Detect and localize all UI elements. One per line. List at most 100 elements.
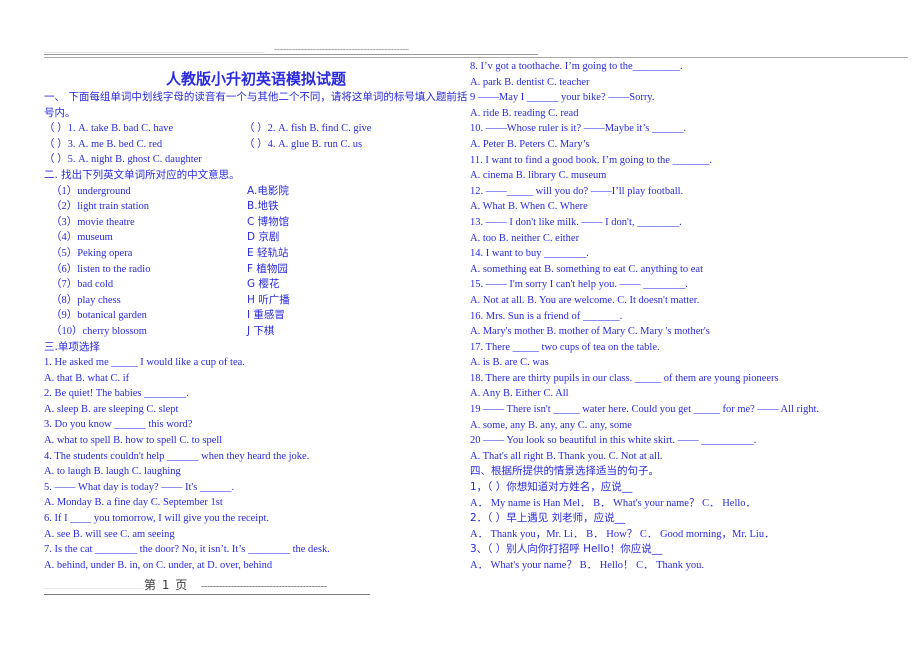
- section-two-heading: 二. 找出下列英文单词所对应的中文意思。: [44, 168, 240, 181]
- question-line: 15. —— I'm sorry I can't help you. —— __…: [470, 279, 688, 291]
- question-line: 8. I’v got a toothache. I’m going to the…: [470, 61, 683, 72]
- option-line: A. ride B. reading C. read: [470, 107, 579, 119]
- option-line: A. Mary's mother B. mother of Mary C. Ma…: [470, 326, 710, 338]
- vocab-english: （1）underground: [51, 185, 131, 197]
- vocab-english: （2）light train station: [51, 201, 149, 213]
- situation-option-line: A． My name is Han Mel． B． What's your na…: [470, 497, 757, 509]
- section-one-item: （ ）1. A. take B. bad C. have: [44, 123, 174, 135]
- vocab-chinese: I 重感冒: [247, 309, 285, 322]
- vocab-pair-row: （8）play chess H 听广播: [44, 293, 474, 309]
- situation-question-line: 3、（ ）别人向你打招呼 Hello！你应说__: [470, 543, 663, 556]
- vocab-chinese: D 京剧: [247, 231, 280, 244]
- footer-rule-line: [44, 594, 370, 595]
- page-header-rule: ________________________________________…: [44, 45, 908, 59]
- vocab-chinese: J 下棋: [247, 324, 275, 337]
- right-column: 8. I’v got a toothache. I’m going to the…: [470, 59, 910, 574]
- section-one-item-row: （ ）1. A. take B. bad C. have （ ）2. A. fi…: [44, 121, 474, 137]
- option-line: A. That's all right B. Thank you. C. Not…: [470, 450, 663, 462]
- vocab-english: （5）Peking opera: [51, 247, 133, 259]
- question-line: 7. Is the cat ________ the door? No, it …: [44, 544, 330, 556]
- vocab-pair-row: （2）light train station B.地铁: [44, 199, 474, 215]
- option-line: A. see B. will see C. am seeing: [44, 528, 175, 540]
- header-dash-dark: ----------------------------------------…: [274, 45, 409, 54]
- vocab-english: （9）botanical garden: [51, 310, 147, 322]
- section-one-instruction: 一、 下面每组单词中划线字母的读音有一个与其他二个不同，请将这单词的标号填入题前…: [44, 91, 468, 119]
- option-line: A. Any B. Either C. All: [470, 388, 569, 400]
- question-line: 3. Do you know ______ this word?: [44, 419, 193, 431]
- question-line: 10. ——Whose ruler is it? ——Maybe it’s __…: [470, 123, 687, 135]
- option-line: A. cinema B. library C. museum: [470, 170, 607, 182]
- option-line: A. What B. When C. Where: [470, 201, 588, 213]
- page-title: 人教版小升初英语模拟试题: [165, 72, 346, 88]
- option-line: A. to laugh B. laugh C. laughing: [44, 466, 181, 478]
- vocab-english: （7）bad cold: [51, 279, 114, 291]
- vocab-english: （4）museum: [51, 232, 113, 244]
- option-line: A. Peter B. Peters C. Mary’s: [470, 138, 590, 150]
- header-rule-line-upper: [44, 54, 538, 55]
- exam-paper-page: ________________________________________…: [0, 0, 920, 651]
- vocab-chinese: C 博物馆: [247, 215, 290, 228]
- vocab-pair-row: （7）bad cold G 樱花: [44, 277, 474, 293]
- vocab-chinese: F 植物园: [247, 262, 288, 275]
- option-line: A. something eat B. something to eat C. …: [470, 263, 704, 275]
- vocab-english: （6）listen to the radio: [51, 263, 151, 275]
- option-line: A. sleep B. are sleeping C. slept: [44, 403, 179, 415]
- question-line: 6. If I ____ you tomorrow, I will give y…: [44, 513, 270, 525]
- option-line: A. behind, under B. in, on C. under, at …: [44, 559, 273, 571]
- situation-option-line: A． Thank you，Mr. Li． B． How？ C． Good mor…: [470, 528, 775, 540]
- vocab-chinese: H 听广播: [247, 293, 290, 306]
- vocab-pair-row: （4）museum D 京剧: [44, 230, 474, 246]
- option-line: A. Monday B. a fine day C. September 1st: [44, 497, 223, 509]
- option-line: A. park B. dentist C. teacher: [470, 76, 590, 88]
- option-line: A. that B. what C. if: [44, 372, 130, 384]
- section-one-item: （ ）3. A. me B. bed C. red: [44, 138, 163, 150]
- option-line: A. too B. neither C. either: [470, 232, 580, 244]
- vocab-chinese: E 轻轨站: [247, 246, 289, 259]
- option-line: A. Not at all. B. You are welcome. C. It…: [470, 294, 700, 306]
- section-one-item: （ ）4. A. glue B. run C. us: [244, 138, 363, 150]
- vocab-pair-row: （5）Peking opera E 轻轨站: [44, 246, 474, 262]
- question-line: 13. —— I don't like milk. —— I don't, __…: [470, 216, 682, 228]
- section-one-item-row: （ ）5. A. night B. ghost C. daughter: [44, 152, 474, 168]
- vocab-pair-row: （9）botanical garden I 重感冒: [44, 308, 474, 324]
- question-line: 4. The students couldn't help ______ whe…: [44, 450, 310, 462]
- question-line: 19 —— There isn't _____ water here. Coul…: [470, 404, 820, 416]
- page-number-label: 第 1 页: [144, 578, 189, 592]
- question-line: 20 —— You look so beautiful in this whit…: [470, 435, 757, 447]
- question-line: 1. He asked me _____ I would like a cup …: [44, 357, 245, 369]
- question-line: 12. ——_____ will you do? ——I’ll play foo…: [470, 185, 684, 197]
- situation-option-line: A． What's your name？ B． Hello！ C． Thank …: [470, 560, 704, 571]
- vocab-english: （3）movie theatre: [51, 216, 135, 228]
- section-one-item-row: （ ）3. A. me B. bed C. red （ ）4. A. glue …: [44, 137, 474, 153]
- vocab-pair-row: （10）cherry blossom J 下棋: [44, 324, 474, 340]
- vocab-chinese: A.电影院: [247, 184, 289, 197]
- question-line: 5. —— What day is today? —— It's ______.: [44, 481, 235, 493]
- footer-dash-right: ----------------------------------------…: [201, 582, 327, 591]
- header-rule-line-lower: [44, 57, 908, 58]
- section-three-heading: 三.单项选择: [44, 340, 100, 353]
- question-line: 2. Be quiet! The babies ________.: [44, 388, 189, 400]
- situation-question-line: 1，（ ）你想知道对方姓名，应说__: [470, 481, 633, 494]
- vocab-chinese: B.地铁: [247, 200, 279, 213]
- vocab-pair-row: （3）movie theatre C 博物馆: [44, 215, 474, 231]
- vocab-pair-row: （1）underground A.电影院: [44, 184, 474, 200]
- section-four-heading: 四、根据所提供的情景选择适当的句子。: [470, 465, 659, 478]
- question-line: 18. There are thirty pupils in our class…: [470, 372, 779, 384]
- vocab-english: （10）cherry blossom: [51, 325, 147, 337]
- vocab-english: （8）play chess: [51, 294, 121, 306]
- question-line: 14. I want to buy ________.: [470, 248, 589, 260]
- page-footer: ______________________ 第 1 页 -----------…: [44, 578, 474, 596]
- vocab-chinese: G 樱花: [247, 278, 280, 291]
- option-line: A. what to spell B. how to spell C. to s…: [44, 435, 223, 447]
- vocab-pair-row: （6）listen to the radio F 植物园: [44, 262, 474, 278]
- option-line: A. some, any B. any, any C. any, some: [470, 419, 632, 431]
- section-one-item: （ ）2. A. fish B. find C. give: [244, 123, 372, 135]
- question-line: 9 ——May I ______ your bike? ——Sorry.: [470, 92, 655, 104]
- question-line: 11. I want to find a good book. I’m goin…: [470, 154, 712, 166]
- left-column: 一、 下面每组单词中划线字母的读音有一个与其他二个不同，请将这单词的标号填入题前…: [44, 90, 474, 573]
- question-line: 17. There _____ two cups of tea on the t…: [470, 341, 660, 353]
- situation-question-line: 2．（ ）早上遇见 刘老师，应说__: [470, 512, 626, 525]
- question-line: 16. Mrs. Sun is a friend of _______.: [470, 310, 623, 322]
- section-one-item: （ ）5. A. night B. ghost C. daughter: [44, 154, 202, 166]
- option-line: A. is B. are C. was: [470, 357, 549, 369]
